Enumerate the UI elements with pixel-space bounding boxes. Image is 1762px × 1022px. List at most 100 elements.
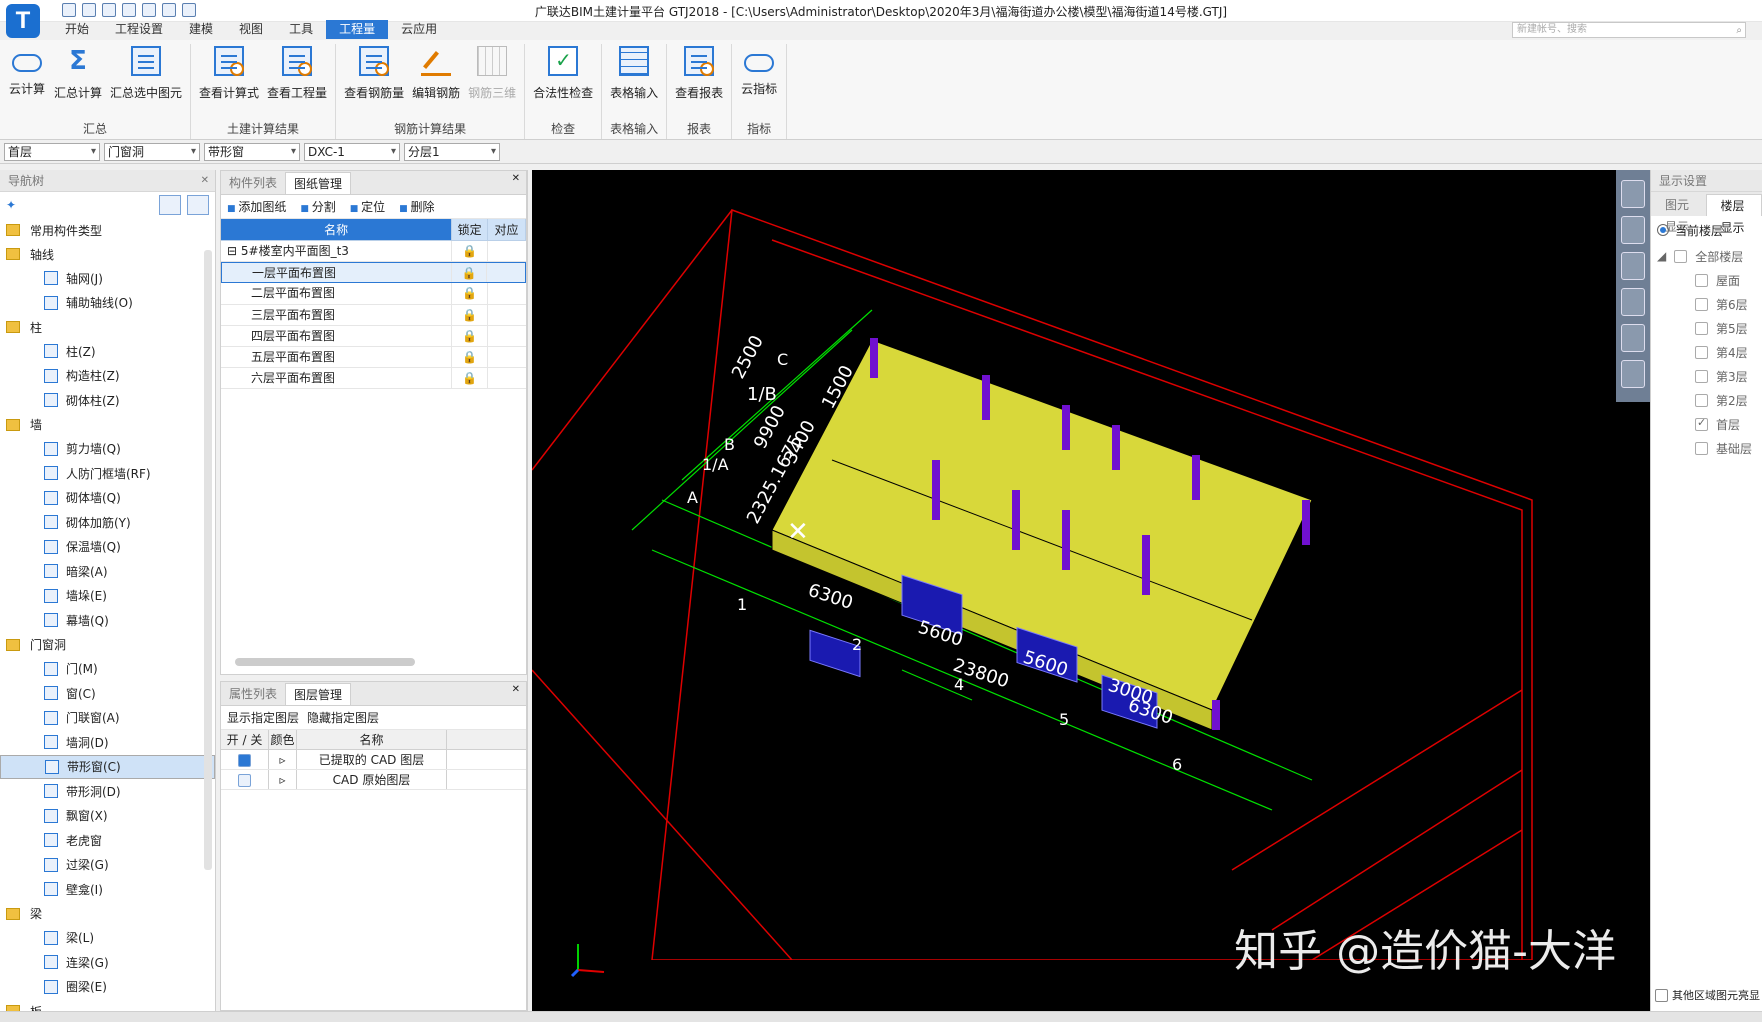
tree-item[interactable]: 保温墙(Q): [0, 535, 215, 560]
floor-select[interactable]: 首层: [4, 143, 100, 161]
floor-row[interactable]: 第6层: [1651, 292, 1762, 316]
lock-icon[interactable]: 🔒: [452, 346, 489, 368]
tree-category[interactable]: 墙: [0, 413, 215, 437]
checkbox[interactable]: [1695, 273, 1708, 287]
lock-icon[interactable]: 🔒: [452, 263, 488, 283]
tree-category[interactable]: 梁: [0, 902, 215, 926]
tab-floor-display[interactable]: 楼层显示: [1705, 194, 1762, 235]
tree-category[interactable]: 常用构件类型: [0, 218, 215, 242]
layer-toggle[interactable]: [221, 770, 269, 789]
close-icon[interactable]: ✕: [512, 173, 520, 184]
tree-item[interactable]: 门联窗(A): [0, 706, 215, 731]
layer-list-icon[interactable]: [1621, 360, 1645, 388]
tab-component-list[interactable]: 构件列表: [221, 172, 285, 194]
rotate-icon[interactable]: [1621, 324, 1645, 352]
floor-row[interactable]: 第4层: [1651, 340, 1762, 364]
cloud-calc-button[interactable]: 云计算: [4, 44, 50, 97]
tree-item[interactable]: 幕墙(Q): [0, 608, 215, 633]
view-rebar-button[interactable]: 查看钢筋量: [340, 44, 408, 101]
horizontal-scrollbar[interactable]: [235, 658, 415, 666]
hide-layer-button[interactable]: 隐藏指定图层: [307, 709, 379, 726]
checkbox-checked[interactable]: [1695, 416, 1708, 431]
tab-element-display[interactable]: 图元显示: [1651, 194, 1706, 234]
tree-item[interactable]: 过梁(G): [0, 853, 215, 878]
search-icon[interactable]: ⌕: [1736, 24, 1742, 38]
col-lock[interactable]: 锁定: [452, 219, 489, 240]
layer-row[interactable]: ▹ CAD 原始图层: [221, 770, 526, 790]
orbit-icon[interactable]: [1621, 180, 1645, 208]
tree-item[interactable]: 砌体柱(Z): [0, 388, 215, 413]
expand-icon[interactable]: ▹: [269, 770, 297, 789]
table-row[interactable]: 三层平面布置图 🔒: [221, 304, 526, 326]
edit-rebar-button[interactable]: 编辑钢筋: [408, 44, 464, 101]
floor-row[interactable]: 屋面: [1651, 268, 1762, 292]
component-select[interactable]: DXC-1: [304, 143, 400, 161]
tree-item[interactable]: 连梁(G): [0, 950, 215, 975]
3d-view-icon[interactable]: [1621, 252, 1645, 280]
tree-item[interactable]: 辅助轴线(O): [0, 291, 215, 316]
tree-item[interactable]: 墙洞(D): [0, 730, 215, 755]
expand-icon[interactable]: ◢: [1657, 249, 1666, 263]
floor-row[interactable]: 第3层: [1651, 364, 1762, 388]
checkbox[interactable]: [1695, 321, 1708, 335]
checkbox[interactable]: [1695, 345, 1708, 359]
checkbox-checked[interactable]: [238, 754, 251, 767]
tab-project-settings[interactable]: 工程设置: [102, 20, 176, 39]
tree-item[interactable]: 砌体墙(Q): [0, 486, 215, 511]
table-row[interactable]: ⊟ 5#楼室内平面图_t3 🔒: [221, 241, 526, 263]
checkbox[interactable]: [1655, 988, 1668, 1002]
all-floors-row[interactable]: ◢ 全部楼层: [1651, 244, 1762, 268]
tree-item[interactable]: 柱(Z): [0, 339, 215, 364]
type-select[interactable]: 带形窗: [204, 143, 300, 161]
tree-item[interactable]: 砌体加筋(Y): [0, 510, 215, 535]
tab-property-list[interactable]: 属性列表: [221, 683, 285, 705]
rebar-3d-button[interactable]: 钢筋三维: [464, 44, 520, 101]
tab-modeling[interactable]: 建模: [176, 20, 226, 39]
view-report-button[interactable]: 查看报表: [671, 44, 727, 101]
floor-row-checked[interactable]: 首层: [1651, 412, 1762, 436]
tree-category[interactable]: 板: [0, 999, 215, 1011]
close-icon[interactable]: ✕: [201, 170, 209, 192]
delete-button[interactable]: 删除: [399, 198, 435, 215]
show-layer-button[interactable]: 显示指定图层: [227, 709, 299, 726]
checkbox[interactable]: [1695, 441, 1708, 455]
cloud-index-button[interactable]: 云指标: [736, 44, 782, 97]
nav-scrollbar[interactable]: [204, 250, 212, 870]
tree-item[interactable]: 暗梁(A): [0, 559, 215, 584]
tree-item[interactable]: 人防门框墙(RF): [0, 461, 215, 486]
pin-icon[interactable]: ✦: [6, 198, 16, 212]
lock-icon[interactable]: 🔒: [452, 304, 489, 325]
tab-start[interactable]: 开始: [52, 20, 102, 39]
table-row[interactable]: 五层平面布置图 🔒: [221, 346, 526, 369]
col-name[interactable]: 名称: [221, 219, 453, 240]
layer-row[interactable]: ▹ 已提取的 CAD 图层: [221, 750, 526, 770]
tab-view[interactable]: 视图: [226, 20, 276, 39]
tree-item[interactable]: 圈梁(E): [0, 975, 215, 1000]
tree-category[interactable]: 轴线: [0, 242, 215, 266]
2d-view-icon[interactable]: [1621, 216, 1645, 244]
floor-row[interactable]: 第2层: [1651, 388, 1762, 412]
close-icon[interactable]: ✕: [512, 684, 520, 695]
tab-quantities[interactable]: 工程量: [326, 20, 389, 39]
checkbox[interactable]: [238, 774, 251, 787]
checkbox[interactable]: [1695, 369, 1708, 383]
tree-item[interactable]: 轴网(J): [0, 266, 215, 291]
table-row[interactable]: 四层平面布置图 🔒: [221, 325, 526, 347]
grid-view-button[interactable]: [187, 195, 209, 215]
tree-item[interactable]: 窗(C): [0, 681, 215, 706]
add-drawing-button[interactable]: 添加图纸: [227, 198, 286, 215]
floor-row[interactable]: 基础层: [1651, 436, 1762, 460]
floor-row[interactable]: 第5层: [1651, 316, 1762, 340]
tree-item[interactable]: 老虎窗: [0, 828, 215, 853]
checkbox[interactable]: [1674, 249, 1688, 263]
view-formula-button[interactable]: 查看计算式: [195, 44, 263, 101]
app-logo[interactable]: T: [6, 4, 40, 38]
tab-drawing-management[interactable]: 图纸管理: [285, 172, 352, 194]
tree-category[interactable]: 柱: [0, 315, 215, 339]
tree-item[interactable]: 梁(L): [0, 926, 215, 951]
highlight-other-option[interactable]: 其他区域图元亮显: [1655, 987, 1760, 1003]
summary-calc-button[interactable]: Σ 汇总计算: [50, 44, 106, 101]
tree-item[interactable]: 墙垛(E): [0, 584, 215, 609]
tree-item[interactable]: 带形洞(D): [0, 779, 215, 804]
tab-cloud[interactable]: 云应用: [388, 20, 450, 39]
